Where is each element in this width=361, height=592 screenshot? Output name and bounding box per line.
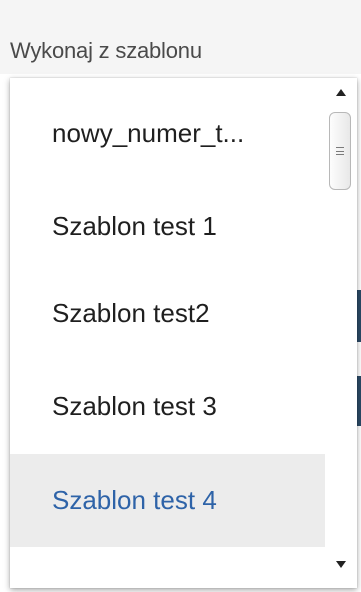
form-field-header: Wykonaj z szablonu [0, 0, 361, 74]
template-field-label: Wykonaj z szablonu [10, 38, 202, 63]
scroll-up-button[interactable] [325, 82, 357, 102]
dropdown-option[interactable]: Szablon test 3 [10, 360, 325, 453]
template-dropdown-list[interactable]: nowy_numer_t... Szablon test 1 Szablon t… [10, 78, 357, 588]
triangle-down-icon [336, 560, 346, 568]
scroll-down-button[interactable] [325, 554, 357, 574]
dropdown-options: nowy_numer_t... Szablon test 1 Szablon t… [10, 78, 325, 588]
vertical-scrollbar[interactable] [325, 78, 357, 588]
triangle-up-icon [336, 88, 346, 96]
grip-lines-icon [336, 147, 344, 155]
dropdown-option[interactable]: Szablon test 1 [10, 180, 325, 273]
dropdown-option[interactable]: nowy_numer_t... [10, 87, 325, 180]
scrollbar-thumb[interactable] [329, 112, 351, 190]
dropdown-option[interactable]: Szablon test2 [10, 267, 325, 360]
dropdown-option-highlighted[interactable]: Szablon test 4 [10, 454, 325, 547]
